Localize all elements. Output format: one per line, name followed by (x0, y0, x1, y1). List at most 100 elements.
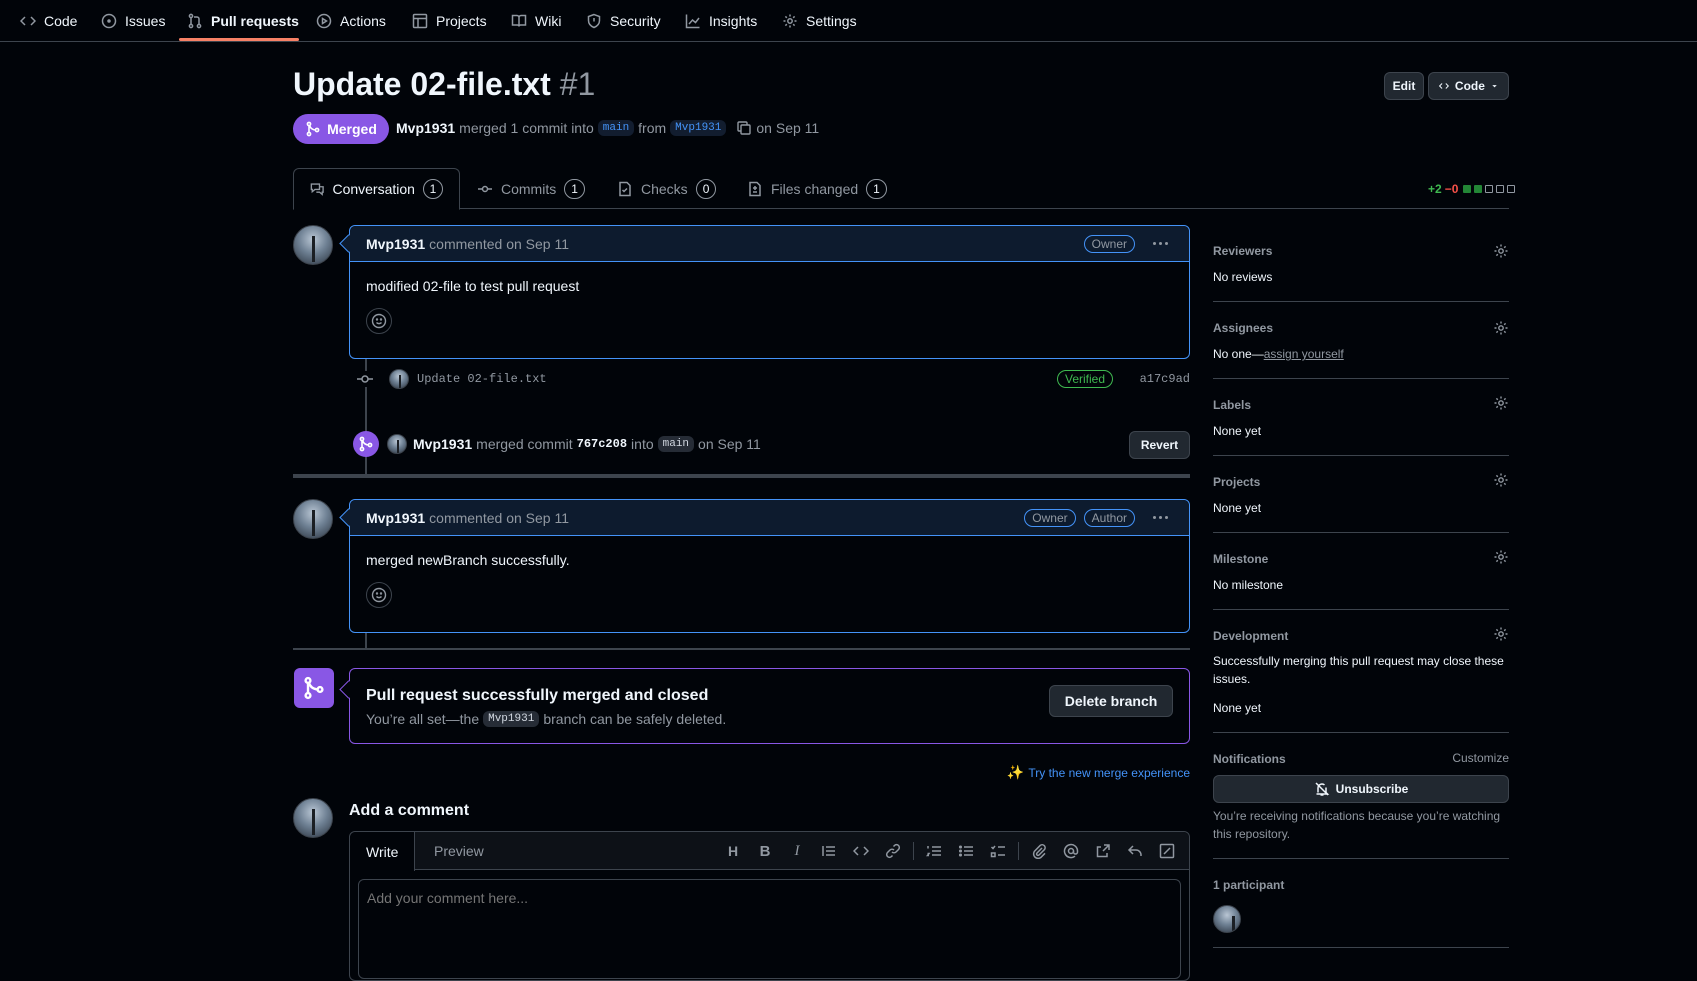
code-icon (20, 16, 36, 26)
comment-form: Write Preview H B I (349, 831, 1190, 981)
smiley-icon (371, 587, 387, 603)
revert-button[interactable]: Revert (1129, 431, 1190, 459)
tab-commits[interactable]: Commits 1 (461, 168, 601, 209)
gear-icon[interactable] (1493, 320, 1509, 336)
page-title: Update 02-file.txt #1 (293, 66, 595, 103)
gear-icon[interactable] (1493, 549, 1509, 565)
nav-settings[interactable]: Settings (774, 0, 865, 42)
edit-button[interactable]: Edit (1384, 72, 1424, 100)
diffstat: +2 −0 (1428, 182, 1516, 196)
italic-icon[interactable]: I (781, 838, 813, 864)
try-new-merge-link[interactable]: ✨ Try the new merge experience (1007, 764, 1190, 781)
sidebar-projects: Projects None yet (1213, 456, 1509, 533)
git-merge-icon (306, 121, 320, 137)
sidebar-heading[interactable]: Assignees (1213, 321, 1273, 335)
checklist-icon (619, 181, 631, 196)
commit-sha-link[interactable]: a17c9ad (1140, 372, 1190, 386)
nav-security[interactable]: Security (578, 0, 669, 42)
paperclip-icon[interactable] (1023, 838, 1055, 864)
diff-additions: +2 (1428, 182, 1442, 196)
nav-issues[interactable]: Issues (93, 0, 173, 42)
mention-icon[interactable] (1055, 838, 1087, 864)
comment-card: Mvp1931 commented on Sep 11 Owner modifi… (349, 225, 1190, 359)
graph-icon (685, 14, 700, 29)
fullscreen-icon[interactable] (1151, 838, 1183, 864)
sidebar-value: None yet (1213, 501, 1262, 515)
reply-icon[interactable] (1119, 838, 1151, 864)
avatar[interactable] (293, 225, 333, 265)
verified-badge[interactable]: Verified (1057, 370, 1114, 388)
customize-link[interactable]: Customize (1452, 751, 1509, 765)
nav-projects[interactable]: Projects (404, 0, 495, 42)
tab-files-changed[interactable]: Files changed 1 (731, 168, 903, 209)
author-link[interactable]: Mvp1931 (396, 120, 455, 136)
toolbar-separator (1018, 842, 1019, 860)
ordered-list-icon[interactable] (918, 838, 950, 864)
cross-reference-icon[interactable] (1087, 838, 1119, 864)
comment-textarea[interactable] (358, 879, 1181, 979)
tab-conversation[interactable]: Conversation 1 (293, 168, 460, 210)
heading-icon[interactable]: H (717, 838, 749, 864)
sidebar-heading[interactable]: Milestone (1213, 552, 1268, 566)
code-icon (1439, 83, 1449, 89)
add-reaction-button[interactable] (366, 582, 392, 608)
sidebar-heading[interactable]: Development (1213, 629, 1288, 643)
delete-branch-button[interactable]: Delete branch (1049, 685, 1173, 717)
tab-counter: 1 (564, 178, 585, 199)
sidebar-heading[interactable]: Reviewers (1213, 244, 1272, 258)
gear-icon[interactable] (1493, 626, 1509, 642)
merge-branch[interactable]: main (657, 436, 695, 452)
avatar[interactable] (293, 499, 333, 539)
diff-deletions: −0 (1444, 182, 1459, 196)
unsubscribe-button[interactable]: Unsubscribe (1213, 775, 1509, 803)
merge-author[interactable]: Mvp1931 (413, 436, 472, 452)
git-pull-request-icon (188, 13, 202, 29)
nav-actions[interactable]: Actions (308, 0, 394, 42)
commit-message-link[interactable]: Update 02-file.txt (417, 372, 547, 386)
copy-icon[interactable] (736, 120, 752, 136)
merge-event: Mvp1931 merged commit 767c208 into main … (353, 429, 1190, 459)
nav-code[interactable]: Code (12, 0, 85, 42)
participant-avatar[interactable] (1213, 905, 1241, 933)
code-icon[interactable] (845, 838, 877, 864)
base-branch[interactable]: main (597, 120, 635, 136)
comment-author[interactable]: Mvp1931 (366, 510, 425, 526)
tab-write[interactable]: Write (350, 832, 416, 871)
active-tab-underline (179, 38, 299, 41)
kebab-horizontal-icon[interactable] (1147, 242, 1173, 245)
avatar[interactable] (387, 434, 407, 454)
gear-icon[interactable] (1493, 472, 1509, 488)
merged-status-box: Pull request successfully merged and clo… (349, 668, 1190, 744)
commit-row: Update 02-file.txt Verified a17c9ad (357, 368, 1190, 390)
sidebar-heading[interactable]: Projects (1213, 475, 1260, 489)
sidebar-heading[interactable]: Labels (1213, 398, 1251, 412)
timeline-divider (293, 474, 1190, 478)
gear-icon[interactable] (1493, 395, 1509, 411)
link-icon[interactable] (877, 838, 909, 864)
add-reaction-button[interactable] (366, 308, 392, 334)
task-list-icon[interactable] (982, 838, 1014, 864)
avatar[interactable] (389, 369, 409, 389)
gear-icon[interactable] (1493, 243, 1509, 259)
merged-title: Pull request successfully merged and clo… (366, 687, 709, 704)
timeline-divider (293, 648, 1190, 650)
sidebar-value: No one—assign yourself (1213, 347, 1344, 361)
bold-icon[interactable]: B (749, 838, 781, 864)
nav-wiki[interactable]: Wiki (503, 0, 569, 42)
assign-yourself-link[interactable]: assign yourself (1264, 347, 1344, 361)
nav-pull-requests[interactable]: Pull requests (179, 0, 307, 42)
code-dropdown-button[interactable]: Code (1428, 72, 1509, 100)
merge-commit-sha[interactable]: 767c208 (577, 437, 627, 451)
head-branch[interactable]: Mvp1931 (670, 120, 727, 136)
quote-icon[interactable] (813, 838, 845, 864)
tab-checks[interactable]: Checks 0 (601, 168, 732, 209)
git-merge-icon (353, 431, 379, 457)
tab-preview[interactable]: Preview (418, 832, 500, 870)
nav-insights[interactable]: Insights (677, 0, 765, 42)
unordered-list-icon[interactable] (950, 838, 982, 864)
sidebar-labels: Labels None yet (1213, 379, 1509, 456)
kebab-horizontal-icon[interactable] (1147, 516, 1173, 519)
git-merge-icon (294, 668, 334, 708)
comment-author[interactable]: Mvp1931 (366, 236, 425, 252)
owner-badge: Owner (1083, 234, 1135, 253)
